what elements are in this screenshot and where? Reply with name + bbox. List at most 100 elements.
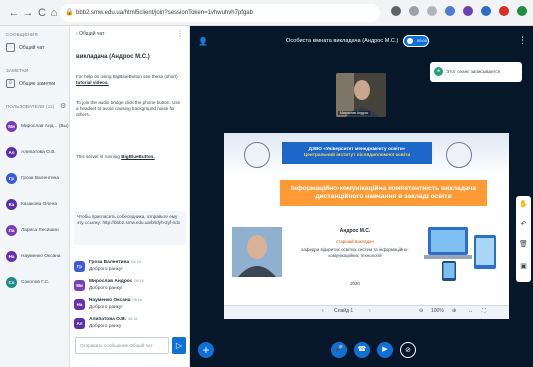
message-text: Доброго ранку [89, 324, 122, 329]
avatar: Ал [74, 318, 85, 329]
tutorial-link[interactable]: tutorial videos. [76, 80, 109, 85]
sidebar-item-label: Общий чат [19, 44, 45, 51]
user-name: Соколов Г.С. [21, 280, 50, 285]
author-photo [232, 227, 282, 277]
presentation-slide[interactable]: ДЗВО «Університет менеджменту освіти» Це… [224, 133, 509, 319]
avatar: На [6, 251, 17, 262]
message-author: Науменко Оксана 08:16 [89, 298, 142, 303]
toast-text: Этот сеанс записывается [446, 69, 501, 74]
microphone-button[interactable]: 🎤 [331, 342, 347, 358]
slide-year: 2020 [350, 281, 360, 286]
users-section-label: ПОЛЬЗОВАТЕЛИ (11) [6, 104, 55, 109]
extension-icons [391, 6, 527, 16]
undo-icon[interactable]: ↶ [519, 220, 528, 229]
next-slide-button[interactable]: › [369, 308, 371, 314]
avatar: Ми [6, 121, 17, 132]
avatar: Ми [74, 280, 85, 291]
slide-selector[interactable]: Слайд 1 [334, 308, 353, 314]
welcome-audio-text: To join the audio bridge click the phone… [76, 100, 181, 118]
multi-user-icon[interactable]: ▣ [519, 262, 528, 271]
trash-icon[interactable]: 🗑 [519, 240, 528, 249]
extension-icon[interactable] [499, 6, 509, 16]
webcam-label: Мирослав Андрос [338, 111, 371, 115]
welcome-help-text: For help on using BigBlueButton see thes… [76, 74, 178, 86]
avatar: Гр [74, 261, 85, 272]
message-time: 08:16 [132, 298, 142, 302]
message-author: Гроза Валентина 08:15 [89, 260, 141, 265]
user-icon[interactable]: 👤 [198, 37, 208, 46]
chat-header[interactable]: ‹ Общий чат [76, 31, 104, 37]
messages-section-label: СООБЩЕНИЯ [6, 32, 38, 37]
send-button[interactable]: ▷ [172, 337, 186, 354]
extension-icon[interactable] [463, 6, 473, 16]
chat-icon: ◌ [6, 43, 15, 52]
welcome-server-text: This server is running BigBlueButton. [76, 154, 155, 159]
avatar: Гр [6, 173, 17, 184]
user-name: Науменко Оксана [21, 254, 61, 259]
zoom-out-icon[interactable]: ⊖ [419, 308, 423, 314]
extension-icon[interactable] [391, 6, 401, 16]
record-icon [407, 38, 413, 44]
user-name: Алипатова О.В. [21, 150, 56, 155]
user-list-item[interactable]: Ал Алипатова О.В. [6, 147, 56, 158]
invite-message: Чтобы пригласить собеседника, отправьте … [74, 211, 186, 245]
bbb-link[interactable]: BigBlueButton. [121, 154, 154, 159]
welcome-title: викладача (Андрос М.С.) [76, 54, 150, 60]
message-time: 08:15 [134, 279, 144, 283]
record-icon: ● [434, 67, 443, 76]
recording-indicator[interactable]: 00:00 [403, 35, 429, 47]
fullscreen-icon[interactable]: ⛶ [482, 308, 486, 314]
fit-width-icon[interactable]: ↔ [468, 308, 473, 314]
extension-icon[interactable] [481, 6, 491, 16]
message-author: Мирослав Андрос 08:15 [89, 279, 144, 284]
user-list-item[interactable]: Ми Мирослав Анд... (Вы) [6, 121, 69, 132]
sidebar-item-public-chat[interactable]: ◌ Общий чат [6, 43, 44, 52]
university-emblem-icon [244, 142, 270, 168]
avatar: Ал [6, 147, 17, 158]
address-bar[interactable]: 🔒 bbb2.smw.edu.ua/html5client/join?sessi… [60, 4, 380, 22]
prev-slide-button[interactable]: ‹ [322, 308, 324, 314]
avatar: Ла [6, 225, 17, 236]
slide-controls: ‹ Слайд 1 › ⊖ 100% ⊕ ↔ ⛶ [224, 305, 509, 319]
screenshare-button[interactable]: ⊘ [400, 342, 416, 358]
main-area: 👤 Особиста кімната викладача (Андрос М.С… [190, 26, 533, 367]
profile-avatar[interactable] [517, 6, 527, 16]
message-text: Доброго ранку! [89, 267, 123, 272]
webcam-video[interactable]: Мирослав Андрос [336, 73, 386, 117]
meeting-title: Особиста кімната викладача (Андрос М.С.) [286, 38, 399, 44]
lock-icon: 🔒 [65, 9, 74, 16]
user-list-item[interactable]: Гр Гроза Валентина [6, 173, 59, 184]
user-name: Лариса Лесишин [21, 228, 59, 233]
notes-icon: ≡ [6, 79, 15, 88]
notes-section-label: ЗАМЕТКИ [6, 68, 29, 73]
user-list-item[interactable]: На Науменко Оксана [6, 251, 60, 262]
devices-illustration-icon [424, 227, 496, 281]
gear-icon[interactable]: ⚙ [60, 102, 66, 110]
star-icon[interactable] [427, 6, 437, 16]
extension-icon[interactable] [445, 6, 455, 16]
user-name: Казакова Олена [21, 202, 58, 207]
avatar: Со [6, 277, 17, 288]
actions-button[interactable]: + [198, 342, 214, 358]
user-list-item[interactable]: Ка Казакова Олена [6, 199, 57, 210]
sidebar-item-shared-notes[interactable]: ≡ Общие заметки [6, 79, 55, 88]
zoom-icon[interactable] [409, 6, 419, 16]
zoom-in-icon[interactable]: ⊕ [452, 308, 456, 314]
camera-button[interactable]: ▶ [377, 342, 393, 358]
author-portrait [232, 227, 282, 277]
phone-button[interactable]: ☎ [354, 342, 370, 358]
recording-toast: ● Этот сеанс записывается [430, 62, 522, 82]
user-list-item[interactable]: Со Соколов Г.С. [6, 277, 49, 288]
avatar: Ка [6, 199, 17, 210]
users-sidebar: СООБЩЕНИЯ ◌ Общий чат ЗАМЕТКИ ≡ Общие за… [0, 26, 70, 367]
more-vert-icon[interactable]: ⋮ [176, 29, 184, 38]
hand-icon[interactable]: ✋ [519, 200, 528, 209]
slide-department: кафедри відкритих освітніх систем та інф… [301, 247, 409, 258]
slide-university-box: ДЗВО «Університет менеджменту освіти» Це… [282, 142, 432, 164]
message-text: Доброго ранку! [89, 305, 123, 310]
user-list-item[interactable]: Ла Лариса Лесишин [6, 225, 59, 236]
more-vert-icon[interactable]: ⋮ [518, 35, 527, 46]
user-name: Мирослав Анд... (Вы) [21, 124, 69, 129]
user-name: Гроза Валентина [21, 176, 59, 181]
chat-message-input[interactable]: Отправить сообщение Общий чат [75, 337, 169, 354]
